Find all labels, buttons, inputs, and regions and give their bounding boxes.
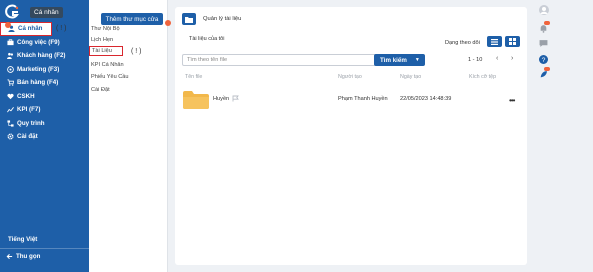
column-header[interactable]: Kích cỡ tệp xyxy=(469,74,496,80)
briefcase-icon xyxy=(7,39,14,45)
folder-icon xyxy=(185,16,193,23)
page-title: Quản lý tài liệu xyxy=(203,16,242,22)
sidebar-item-sales[interactable]: Bán hàng (F4) xyxy=(0,76,89,90)
search-input[interactable]: Tìm theo tên file xyxy=(182,54,377,66)
sidebar-item-label: Quy trình xyxy=(17,119,45,127)
file-name[interactable]: Huyền xyxy=(213,96,229,102)
add-folder-button[interactable]: Thêm thư mục cửa xyxy=(101,13,163,25)
notification-badge xyxy=(5,22,11,28)
grid-view-button[interactable] xyxy=(505,36,520,47)
submenu-item-appointments[interactable]: Lịch Hẹn xyxy=(91,37,113,43)
cursor-marker: ( ! ) xyxy=(56,25,67,32)
submenu-item-personal-kpi[interactable]: KPI Cá Nhân xyxy=(91,62,124,68)
search-button-label: Tìm kiếm xyxy=(380,56,407,64)
gear-icon xyxy=(7,133,14,140)
sidebar-item-work[interactable]: Công việc (F9) xyxy=(0,36,89,50)
sidebar: Cá nhân Cá nhân Công việc (F9) Khách hàn… xyxy=(0,0,89,272)
submenu-item-settings[interactable]: Cài Đặt xyxy=(91,87,110,93)
sidebar-item-label: Cài đặt xyxy=(17,133,38,141)
notification-badge xyxy=(165,20,171,26)
chart-icon xyxy=(7,107,14,113)
folder-button[interactable] xyxy=(182,13,196,25)
sidebar-item-label: Cá nhân xyxy=(18,25,43,33)
sidebar-nav: Cá nhân Công việc (F9) Khách hàng (F2) M… xyxy=(0,22,89,144)
grid-icon xyxy=(509,38,516,45)
submenu-item-requests[interactable]: Phiếu Yêu Cầu xyxy=(91,74,129,80)
cursor-marker: ( ! ) xyxy=(131,48,142,55)
sidebar-item-personal[interactable]: Cá nhân xyxy=(0,22,52,36)
sidebar-item-label: CSKH xyxy=(17,92,35,100)
flag-icon[interactable] xyxy=(232,95,239,102)
arrow-left-icon xyxy=(6,253,13,260)
collapse-button[interactable]: Thu gọn xyxy=(6,253,40,260)
chevron-right-icon[interactable]: › xyxy=(511,55,513,62)
list-view-button[interactable] xyxy=(487,36,502,47)
chat-icon[interactable] xyxy=(539,39,548,48)
list-icon xyxy=(491,38,498,45)
collapse-label: Thu gọn xyxy=(16,253,41,260)
document-panel: Quản lý tài liệu Tài liệu của tôi Dạng t… xyxy=(175,7,527,265)
sidebar-item-kpi[interactable]: KPI (F7) xyxy=(0,103,89,117)
column-header[interactable]: Ngày tạo xyxy=(400,74,421,80)
sidebar-item-label: Công việc (F9) xyxy=(17,38,60,46)
sidebar-item-label: Khách hàng (F2) xyxy=(17,52,66,60)
target-icon xyxy=(7,65,14,73)
search-button[interactable]: Tìm kiếm ▼ xyxy=(374,54,425,66)
sidebar-item-label: Bán hàng (F4) xyxy=(17,79,59,87)
file-creator: Phạm Thanh Huyền xyxy=(338,96,388,102)
sidebar-item-customer-care[interactable]: CSKH xyxy=(0,90,89,104)
rocket-icon[interactable] xyxy=(539,70,548,79)
app-root: Cá nhân Cá nhân Công việc (F9) Khách hàn… xyxy=(0,0,593,272)
folder-icon xyxy=(183,91,209,109)
language-selector[interactable]: Tiếng Việt xyxy=(8,236,37,243)
table-header: Tên file Người tạo Ngày tạo Kích cỡ tệp xyxy=(175,74,527,84)
cart-icon xyxy=(7,79,14,86)
view-mode-label: Dạng theo dõi xyxy=(445,40,480,46)
tooltip: Cá nhân xyxy=(30,7,63,18)
chevron-left-icon[interactable]: ‹ xyxy=(496,55,498,62)
section-subtitle: Tài liệu của tôi xyxy=(189,36,225,42)
bell-icon[interactable] xyxy=(539,24,548,33)
svg-text:?: ? xyxy=(542,57,546,64)
chevron-down-icon: ▼ xyxy=(414,57,420,63)
submenu-item-internal-mail[interactable]: Thư Nội Bộ xyxy=(91,26,120,32)
right-toolbar: ? xyxy=(533,0,593,272)
help-icon[interactable]: ? xyxy=(539,55,548,64)
users-icon xyxy=(7,53,14,60)
divider xyxy=(0,248,89,249)
submenu-panel: Thêm thư mục cửa Thư Nội Bộ Lịch Hẹn Tài… xyxy=(89,0,171,272)
sidebar-item-label: Marketing (F3) xyxy=(17,65,60,73)
pagination-range: 1 - 10 xyxy=(468,57,483,63)
sidebar-item-label: KPI (F7) xyxy=(17,106,41,114)
flow-icon xyxy=(7,120,14,127)
sidebar-item-marketing[interactable]: Marketing (F3) xyxy=(0,63,89,77)
notification-badge xyxy=(544,67,550,71)
submenu-item-documents[interactable]: Tài Liệu xyxy=(89,46,123,56)
column-header[interactable]: Tên file xyxy=(185,74,202,80)
sidebar-item-settings[interactable]: Cài đặt xyxy=(0,130,89,144)
more-options-icon[interactable]: ••• xyxy=(509,96,515,105)
heart-icon xyxy=(7,93,14,99)
avatar[interactable] xyxy=(539,5,549,15)
sidebar-item-process[interactable]: Quy trình xyxy=(0,117,89,131)
notification-badge xyxy=(544,21,550,25)
column-header[interactable]: Người tạo xyxy=(338,74,362,80)
file-created-date: 22/05/2023 14:48:39 xyxy=(400,96,452,102)
table-row[interactable]: Huyền Phạm Thanh Huyền 22/05/2023 14:48:… xyxy=(175,91,527,109)
logo-icon[interactable] xyxy=(4,4,20,20)
sidebar-item-customers[interactable]: Khách hàng (F2) xyxy=(0,49,89,63)
